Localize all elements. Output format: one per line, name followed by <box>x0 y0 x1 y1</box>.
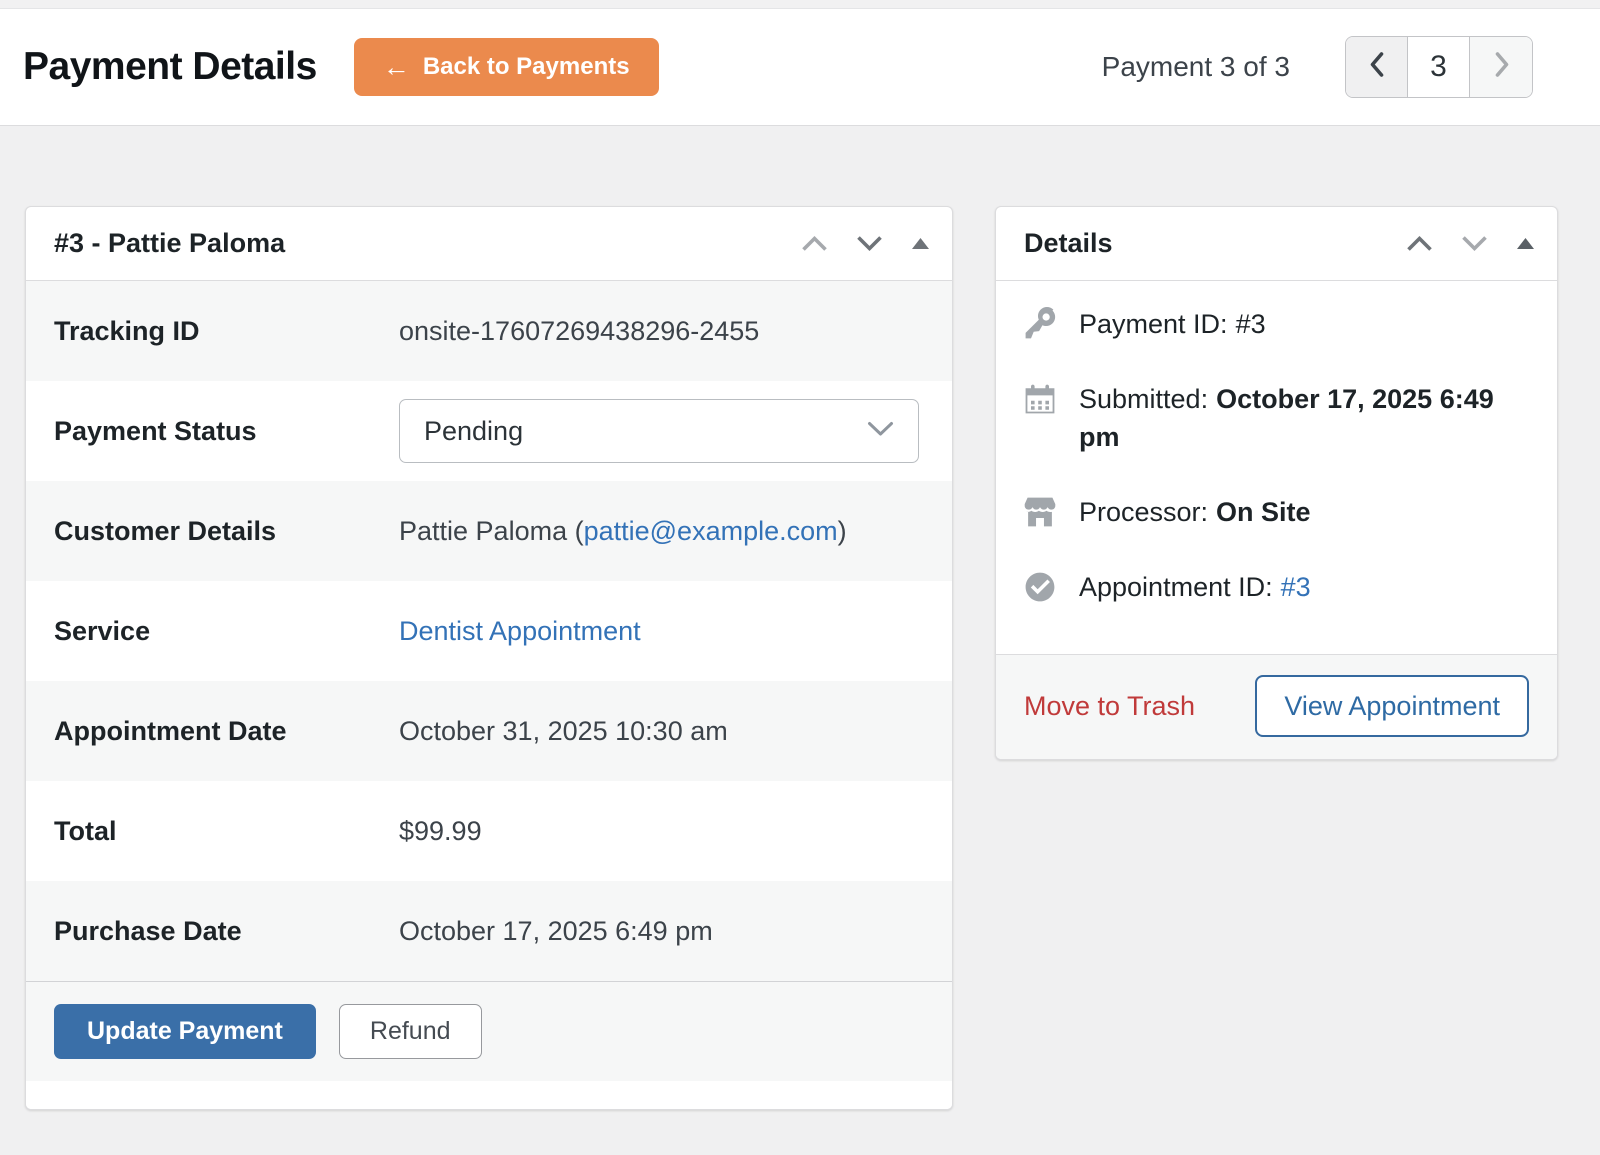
detail-item-submitted: Submitted:October 17, 2025 6:49 pm <box>1022 380 1531 456</box>
page-title: Payment Details <box>23 45 317 89</box>
top-strip <box>0 0 1600 9</box>
pager-prev-button[interactable] <box>1346 37 1408 97</box>
payment-id-value: #3 <box>1236 309 1266 339</box>
row-total: Total $99.99 <box>26 781 952 881</box>
detail-item-appointment-id: Appointment ID: #3 <box>1022 568 1531 606</box>
payment-card: #3 - Pattie Paloma Tracking ID onsite-17… <box>25 206 953 1110</box>
row-service: Service Dentist Appointment <box>26 581 952 681</box>
row-appointment-date: Appointment Date October 31, 2025 10:30 … <box>26 681 952 781</box>
row-label: Total <box>54 816 399 847</box>
payment-card-controls <box>801 235 930 252</box>
check-circle-icon <box>1022 569 1058 605</box>
detail-label: Submitted: <box>1079 384 1208 414</box>
details-card-title: Details <box>1024 228 1406 259</box>
processor-value: On Site <box>1216 497 1311 527</box>
payment-table: Tracking ID onsite-17607269438296-2455 P… <box>26 281 952 981</box>
row-payment-status: Payment Status Pending <box>26 381 952 481</box>
purchase-date-value: October 17, 2025 6:49 pm <box>399 916 713 947</box>
row-label: Appointment Date <box>54 716 399 747</box>
back-arrow-icon: ← <box>383 54 410 81</box>
payment-status-selected-value: Pending <box>424 416 867 447</box>
view-appointment-button[interactable]: View Appointment <box>1255 675 1529 737</box>
details-card-footer: Move to Trash View Appointment <box>996 654 1557 759</box>
tracking-id-value: onsite-17607269438296-2455 <box>399 316 759 347</box>
detail-label: Processor: <box>1079 497 1208 527</box>
total-value: $99.99 <box>399 816 482 847</box>
row-tracking-id: Tracking ID onsite-17607269438296-2455 <box>26 281 952 381</box>
detail-label: Payment ID: <box>1079 309 1228 339</box>
appointment-id-link[interactable]: #3 <box>1281 572 1311 602</box>
row-label: Payment Status <box>54 416 399 447</box>
pager-label: Payment 3 of 3 <box>1102 51 1290 83</box>
payment-card-footer: Update Payment Refund <box>26 981 952 1081</box>
store-icon <box>1022 494 1058 530</box>
row-purchase-date: Purchase Date October 17, 2025 6:49 pm <box>26 881 952 981</box>
refund-button[interactable]: Refund <box>339 1004 482 1059</box>
row-customer-details: Customer Details Pattie Paloma (pattie@e… <box>26 481 952 581</box>
payment-status-select[interactable]: Pending <box>399 399 919 463</box>
details-card-header: Details <box>996 207 1557 281</box>
pager-current-page: 3 <box>1408 37 1470 97</box>
customer-name: Pattie Paloma ( <box>399 516 584 546</box>
detail-item-processor: Processor: On Site <box>1022 493 1531 531</box>
details-card: Details Payment ID: #3 <box>995 206 1558 760</box>
payment-card-title: #3 - Pattie Paloma <box>54 228 801 259</box>
chevron-left-icon <box>1368 51 1385 83</box>
customer-suffix: ) <box>838 516 847 546</box>
row-label: Service <box>54 616 399 647</box>
appointment-date-value: October 31, 2025 10:30 am <box>399 716 728 747</box>
details-list: Payment ID: #3 Submitted:October 17, 2025… <box>996 281 1557 654</box>
back-to-payments-button[interactable]: ← Back to Payments <box>354 38 659 96</box>
calendar-icon <box>1022 381 1058 417</box>
chevron-right-icon <box>1493 51 1510 83</box>
collapse-toggle-icon[interactable] <box>1516 237 1535 250</box>
row-label: Purchase Date <box>54 916 399 947</box>
payment-card-bottom-pad <box>26 1081 952 1109</box>
customer-details-value: Pattie Paloma (pattie@example.com) <box>399 516 847 547</box>
update-payment-button[interactable]: Update Payment <box>54 1004 316 1059</box>
customer-email-link[interactable]: pattie@example.com <box>584 516 838 546</box>
row-label: Tracking ID <box>54 316 399 347</box>
detail-item-payment-id: Payment ID: #3 <box>1022 305 1531 343</box>
payment-card-header: #3 - Pattie Paloma <box>26 207 952 281</box>
page-header: Payment Details ← Back to Payments Payme… <box>0 9 1600 126</box>
collapse-toggle-icon[interactable] <box>911 237 930 250</box>
payment-pager: 3 <box>1345 36 1533 98</box>
row-label: Customer Details <box>54 516 399 547</box>
detail-label: Appointment ID: <box>1079 572 1273 602</box>
move-up-icon[interactable] <box>801 235 828 252</box>
move-to-trash-link[interactable]: Move to Trash <box>1024 691 1195 722</box>
key-icon <box>1022 306 1058 342</box>
back-button-label: Back to Payments <box>423 53 630 81</box>
service-link[interactable]: Dentist Appointment <box>399 616 641 646</box>
chevron-down-icon <box>867 421 894 442</box>
pager-next-button[interactable] <box>1470 37 1532 97</box>
move-down-icon[interactable] <box>856 235 883 252</box>
content-area: #3 - Pattie Paloma Tracking ID onsite-17… <box>0 126 1600 1110</box>
move-down-icon[interactable] <box>1461 235 1488 252</box>
details-card-controls <box>1406 235 1535 252</box>
move-up-icon[interactable] <box>1406 235 1433 252</box>
